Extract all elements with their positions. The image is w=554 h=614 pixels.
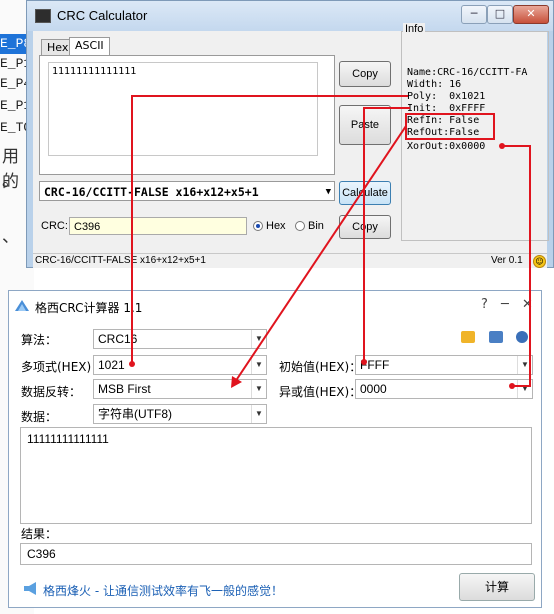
info-name: Name:CRC-16/CCITT-FA xyxy=(407,67,528,78)
reflect-select[interactable]: MSB First ▼ xyxy=(93,379,267,399)
help-button[interactable]: ? xyxy=(481,297,488,312)
hex-radio[interactable] xyxy=(253,221,263,231)
calculate-button[interactable]: Calculate xyxy=(339,181,391,205)
crc-calculator-window: CRC Calculator ─ □ ✕ Hex ASCII 111111111… xyxy=(26,0,554,268)
chevron-down-icon: ▼ xyxy=(517,356,532,374)
title-bar[interactable]: CRC Calculator ─ □ ✕ xyxy=(27,1,553,31)
copy-button[interactable]: Copy xyxy=(339,61,391,87)
app-icon xyxy=(35,9,51,23)
comment-icon[interactable] xyxy=(489,331,503,343)
megaphone-icon xyxy=(24,582,36,595)
init-label: 初始值(HEX)： xyxy=(279,360,362,374)
reflect-label: 数据反转： xyxy=(21,385,82,399)
status-bar: CRC-16/CCITT-FALSE x16+x12+x5+1 Ver 0.1 … xyxy=(33,253,547,268)
bin-radio-label: Bin xyxy=(308,220,324,232)
minimize-button[interactable]: ─ xyxy=(461,5,487,24)
window-title: CRC Calculator xyxy=(57,8,148,23)
algorithm-value: CRC-16/CCITT-FALSE x16+x12+x5+1 xyxy=(44,185,259,199)
gexi-crc-window: 格西CRC计算器 1.1 ? ─ ✕ 算法： CRC16 ▼ 多项式(HEX)： … xyxy=(8,290,542,608)
chevron-down-icon: ▼ xyxy=(517,380,532,398)
smiley-icon: ☺ xyxy=(533,255,546,268)
maximize-button[interactable]: □ xyxy=(487,5,513,24)
app-logo-icon xyxy=(15,300,29,311)
info-refin: RefIn: False xyxy=(407,115,480,126)
minimize-button[interactable]: ─ xyxy=(501,297,509,312)
chevron-down-icon: ▼ xyxy=(251,405,266,423)
hex-radio-label: Hex xyxy=(266,220,286,232)
poly-label: 多项式(HEX)： xyxy=(21,360,104,374)
status-version: Ver 0.1 xyxy=(491,255,523,266)
data-format-value: 字符串(UTF8) xyxy=(98,407,172,421)
info-xorout: XorOut:0x0000 xyxy=(407,141,486,152)
chevron-down-icon: ▼ xyxy=(325,187,331,197)
data-textarea[interactable]: 11111111111111 xyxy=(20,427,532,524)
tab-ascii[interactable]: ASCII xyxy=(69,37,110,56)
poly-select[interactable]: 1021 ▼ xyxy=(93,355,267,375)
open-folder-icon[interactable] xyxy=(461,331,475,343)
info-init: Init: 0xFFFF xyxy=(407,103,486,114)
close-button[interactable]: ✕ xyxy=(513,5,549,24)
bin-radio[interactable] xyxy=(295,221,305,231)
init-select[interactable]: FFFF ▼ xyxy=(355,355,533,375)
algorithm-select[interactable]: CRC-16/CCITT-FALSE x16+x12+x5+1 ▼ xyxy=(39,181,335,201)
info-icon[interactable] xyxy=(516,331,528,343)
result-label: 结果： xyxy=(21,527,58,541)
algo-select[interactable]: CRC16 ▼ xyxy=(93,329,267,349)
info-poly: Poly: 0x1021 xyxy=(407,91,486,102)
window-title: 格西CRC计算器 1.1 xyxy=(35,301,143,315)
calculate-button[interactable]: 计算 xyxy=(459,573,535,601)
result-field[interactable]: C396 xyxy=(20,543,532,565)
algo-label: 算法： xyxy=(21,333,58,347)
crc-result-field[interactable]: C396 xyxy=(69,217,247,235)
poly-value: 1021 xyxy=(98,358,125,372)
bg-text: 、 xyxy=(2,227,19,247)
data-format-select[interactable]: 字符串(UTF8) ▼ xyxy=(93,404,267,424)
status-algorithm: CRC-16/CCITT-FALSE x16+x12+x5+1 xyxy=(35,255,206,266)
bg-text: 。 xyxy=(2,171,19,191)
info-width: Width: 16 xyxy=(407,79,462,90)
init-value: FFFF xyxy=(360,358,390,372)
tab-panel: 11111111111111 xyxy=(39,55,335,175)
close-button[interactable]: ✕ xyxy=(522,297,533,312)
data-label: 数据： xyxy=(21,410,58,424)
copy-result-button[interactable]: Copy xyxy=(339,215,391,239)
info-group-title: Info xyxy=(403,23,426,35)
input-textarea[interactable]: 11111111111111 xyxy=(48,62,318,156)
footer-slogan[interactable]: 格西烽火 - 让通信测试效率有飞一般的感觉！ xyxy=(43,582,283,599)
crc-label: CRC: xyxy=(41,220,68,232)
xor-value: 0000 xyxy=(360,382,387,396)
chevron-down-icon: ▼ xyxy=(251,356,266,374)
xor-label: 异或值(HEX)： xyxy=(279,385,362,399)
algo-value: CRC16 xyxy=(98,332,138,346)
chevron-down-icon: ▼ xyxy=(251,330,266,348)
info-refout: RefOut:False xyxy=(407,127,480,138)
reflect-value: MSB First xyxy=(98,382,151,396)
chevron-down-icon: ▼ xyxy=(251,380,266,398)
paste-button[interactable]: Paste xyxy=(339,105,391,145)
xor-select[interactable]: 0000 ▼ xyxy=(355,379,533,399)
title-bar[interactable]: 格西CRC计算器 1.1 ? ─ ✕ xyxy=(9,291,541,321)
